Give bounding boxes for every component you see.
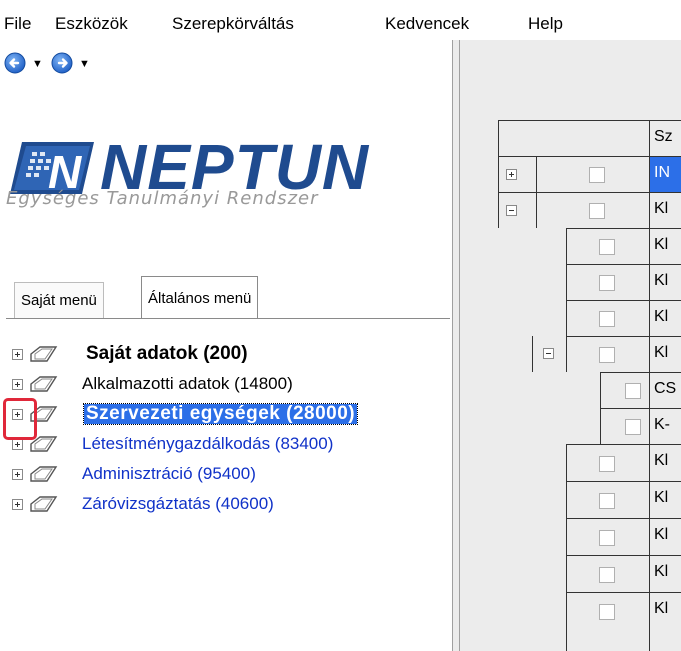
grid-cell-text: Kl [654, 526, 669, 543]
folder-tree-icon [30, 376, 58, 392]
row-checkbox[interactable] [599, 604, 615, 620]
back-dropdown-icon[interactable]: ▼ [32, 58, 43, 70]
grid-header-name[interactable]: Sz [649, 120, 681, 157]
grid-row[interactable]: Kl [649, 336, 681, 372]
grid-cell-checkbox [600, 372, 649, 408]
tab-divider [6, 318, 450, 319]
highlight-annotation [3, 398, 37, 440]
row-checkbox[interactable] [589, 203, 605, 219]
row-checkbox[interactable] [599, 567, 615, 583]
grid-cell-checkbox [566, 518, 649, 555]
grid-row-selected[interactable]: IN [649, 156, 681, 192]
tree-item-label: Szervezeti egységek (28000) [82, 403, 359, 425]
grid-row[interactable]: Kl [649, 518, 681, 555]
row-checkbox[interactable] [599, 493, 615, 509]
tree-item-label: Alkalmazotti adatok (14800) [82, 374, 293, 393]
menu-file[interactable]: File [4, 14, 31, 34]
grid-cell-text: Kl [654, 452, 669, 469]
grid-cell-checkbox [536, 156, 649, 192]
expand-icon[interactable] [12, 379, 23, 390]
collapse-icon[interactable] [506, 205, 517, 216]
grid-cell-expander [498, 192, 536, 228]
menu-eszkozok[interactable]: Eszközök [55, 14, 128, 34]
grid-row[interactable]: Kl [649, 300, 681, 336]
folder-tree-icon [30, 496, 58, 512]
menu-help[interactable]: Help [528, 14, 563, 34]
grid-row[interactable]: K- [649, 408, 681, 444]
grid-row[interactable]: Kl [649, 592, 681, 651]
forward-dropdown-icon[interactable]: ▼ [79, 58, 90, 70]
expand-icon[interactable] [506, 169, 517, 180]
grid-cell-text: K- [654, 416, 670, 433]
folder-tree-icon [30, 466, 58, 482]
pane-splitter[interactable] [452, 40, 460, 651]
menubar: File Eszközök Szerepkörváltás Kedvencek … [0, 0, 681, 40]
back-button[interactable] [4, 52, 26, 74]
expand-icon[interactable] [12, 349, 23, 360]
row-checkbox[interactable] [599, 456, 615, 472]
grid-cell-text: Kl [654, 563, 669, 580]
expand-icon[interactable] [12, 499, 23, 510]
grid-row[interactable]: CS [649, 372, 681, 408]
grid-cell-text: IN [654, 164, 670, 181]
grid-cell-expander [498, 156, 536, 192]
grid-header-label: Sz [654, 128, 673, 145]
grid-cell-checkbox [566, 336, 649, 372]
grid-cell-checkbox [600, 408, 649, 444]
grid-row[interactable]: Kl [649, 444, 681, 481]
grid-cell-checkbox [566, 300, 649, 336]
tree-item-label: Záróvizsgáztatás (40600) [82, 494, 274, 513]
row-checkbox[interactable] [599, 275, 615, 291]
grid-cell-text: Kl [654, 344, 669, 361]
grid-cell-checkbox [566, 228, 649, 264]
tree-item-label: Saját adatok (200) [86, 343, 248, 364]
grid-cell-checkbox [566, 592, 649, 651]
grid-cell-text: CS [654, 380, 677, 397]
tab-sajat-menu[interactable]: Saját menü [14, 282, 104, 318]
grid-header-blank [498, 120, 649, 157]
row-checkbox[interactable] [599, 239, 615, 255]
collapse-icon[interactable] [543, 348, 554, 359]
tree-item-label: Létesítménygazdálkodás (83400) [82, 434, 334, 453]
folder-tree-icon [30, 346, 58, 362]
tree-item-label: Adminisztráció (95400) [82, 464, 256, 483]
grid-cell-expander [532, 336, 566, 372]
forward-button[interactable] [51, 52, 73, 74]
row-checkbox[interactable] [599, 347, 615, 363]
grid-cell-checkbox [566, 481, 649, 518]
grid-cell-text: Kl [654, 308, 669, 325]
row-checkbox[interactable] [589, 167, 605, 183]
expand-icon[interactable] [12, 439, 23, 450]
expand-icon[interactable] [12, 469, 23, 480]
row-checkbox[interactable] [599, 530, 615, 546]
grid-row[interactable]: Kl [649, 555, 681, 592]
grid-cell-checkbox [566, 264, 649, 300]
grid-cell-text: Kl [654, 200, 669, 217]
tab-altalanos-menu[interactable]: Általános menü [141, 276, 259, 318]
grid-row[interactable]: Kl [649, 228, 681, 264]
grid-cell-text: Kl [654, 272, 669, 289]
grid-row[interactable]: Kl [649, 481, 681, 518]
row-checkbox[interactable] [599, 311, 615, 327]
menu-kedvencek[interactable]: Kedvencek [385, 14, 469, 34]
row-checkbox[interactable] [625, 419, 641, 435]
grid-cell-text: Kl [654, 489, 669, 506]
grid-cell-text: Kl [654, 600, 669, 617]
grid-cell-checkbox [566, 444, 649, 481]
grid-cell-checkbox [536, 192, 649, 228]
neptun-logo-subtitle: Egységes Tanulmányi Rendszer [6, 188, 319, 209]
grid-row[interactable]: Kl [649, 192, 681, 228]
grid-cell-checkbox [566, 555, 649, 592]
grid-row[interactable]: Kl [649, 264, 681, 300]
row-checkbox[interactable] [625, 383, 641, 399]
grid-cell-text: Kl [654, 236, 669, 253]
menu-szerepkorvaltas[interactable]: Szerepkörváltás [172, 14, 294, 34]
